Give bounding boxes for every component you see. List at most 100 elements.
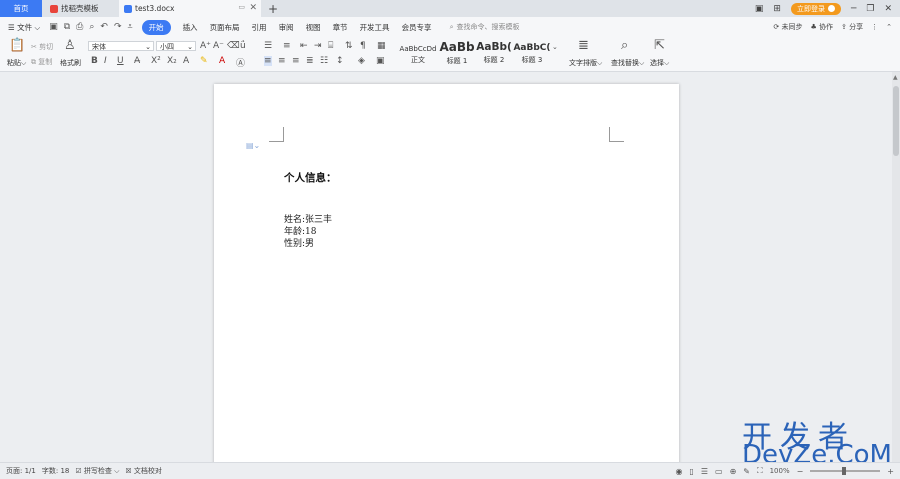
format-painter-icon[interactable]: ♙: [64, 38, 76, 53]
superscript-icon[interactable]: X²: [151, 56, 161, 66]
paragraph-handle-icon[interactable]: ▤⌄: [246, 141, 260, 150]
grid-icon[interactable]: ⊞: [773, 4, 781, 14]
zoom-slider[interactable]: [810, 467, 881, 475]
font-color-icon[interactable]: A: [219, 56, 225, 66]
tab-template[interactable]: 找稻壳模板: [44, 0, 118, 17]
grow-font-icon[interactable]: A⁺: [200, 41, 211, 51]
page-indicator[interactable]: 页面: 1/1: [6, 466, 36, 476]
style-heading-3[interactable]: AaBbC( 标题 3: [513, 40, 551, 66]
zoom-in-icon[interactable]: +: [887, 467, 894, 476]
show-marks-icon[interactable]: ¶: [360, 41, 366, 51]
menu-file[interactable]: ☰ 文件 ⌵: [8, 22, 40, 33]
print-icon[interactable]: ⎙: [76, 22, 83, 32]
clear-format-icon[interactable]: ⌫: [227, 41, 240, 51]
styles-more-icon[interactable]: ⌄: [552, 43, 558, 51]
style-heading-1[interactable]: AaBb 标题 1: [439, 40, 475, 66]
redo-icon[interactable]: ↷: [114, 22, 122, 32]
vertical-scrollbar[interactable]: ▲: [892, 72, 900, 462]
justify-icon[interactable]: ≣: [306, 56, 314, 66]
align-left-icon[interactable]: ≡: [264, 56, 272, 66]
align-center-icon[interactable]: ≡: [278, 56, 286, 66]
shading-icon[interactable]: ◈: [358, 56, 365, 66]
numbering-icon[interactable]: ≡: [283, 41, 291, 51]
login-button[interactable]: 立即登录: [790, 2, 841, 15]
sync-button[interactable]: ⟳ 未同步: [773, 22, 802, 32]
fit-page-icon[interactable]: ⛶: [757, 466, 763, 476]
paste-icon[interactable]: 📋: [9, 38, 25, 53]
select-button[interactable]: 选择⌵: [650, 58, 669, 68]
format-painter-button[interactable]: 格式刷: [60, 58, 81, 68]
distributed-icon[interactable]: ☷: [320, 56, 328, 66]
spell-check-button[interactable]: ☑ 拼写检查 ⌵: [75, 466, 119, 476]
command-search[interactable]: ⌕ 查找命令、搜索模板: [450, 22, 520, 32]
web-view-icon[interactable]: ⊕: [730, 467, 737, 476]
font-size-select[interactable]: 小四 ⌄: [156, 41, 196, 51]
italic-icon[interactable]: I: [104, 56, 107, 66]
minimize-icon[interactable]: ─: [851, 4, 856, 14]
strikethrough-icon[interactable]: A̶: [134, 56, 140, 66]
menu-review[interactable]: 审阅: [279, 22, 294, 33]
restore-icon[interactable]: ❐: [866, 4, 874, 14]
bullets-icon[interactable]: ☰: [264, 41, 272, 51]
chinese-layout-icon[interactable]: ⌸: [328, 41, 333, 51]
find-replace-button[interactable]: 查找替换⌵: [611, 58, 644, 68]
word-count[interactable]: 字数: 18: [42, 466, 70, 476]
more-icon[interactable]: ⋮: [871, 23, 878, 31]
menu-section[interactable]: 章节: [333, 22, 348, 33]
paste-button[interactable]: 粘贴⌵: [7, 58, 26, 68]
layout-icon[interactable]: ▣: [755, 4, 764, 14]
zoom-out-icon[interactable]: −: [797, 467, 804, 476]
scrollbar-thumb[interactable]: [893, 86, 899, 156]
save-icon[interactable]: ▣: [49, 22, 58, 32]
close-icon[interactable]: ✕: [884, 4, 892, 14]
zoom-slider-knob[interactable]: [841, 467, 846, 475]
customize-icon[interactable]: ⩡: [127, 22, 132, 32]
close-tab-icon[interactable]: ✕: [249, 3, 257, 13]
share-button[interactable]: ⇪ 分享: [841, 22, 863, 32]
outline-view-icon[interactable]: ☰: [701, 467, 708, 476]
increase-indent-icon[interactable]: ⇥: [314, 41, 322, 51]
char-border-icon[interactable]: Ⓐ: [236, 56, 245, 69]
menu-page-layout[interactable]: 页面布局: [210, 22, 240, 33]
text-effect-icon[interactable]: A: [183, 56, 189, 66]
cut-button[interactable]: ✂ 剪切: [31, 42, 53, 52]
decrease-indent-icon[interactable]: ⇤: [300, 41, 308, 51]
text-layout-icon[interactable]: ≣: [578, 38, 589, 53]
pin-icon[interactable]: ▭: [238, 3, 245, 11]
page-view-icon[interactable]: ▯: [689, 467, 693, 476]
proofread-button[interactable]: ☒ 文档校对: [125, 466, 162, 476]
phonetic-icon[interactable]: ǘ: [240, 41, 246, 51]
style-heading-2[interactable]: AaBb( 标题 2: [476, 40, 512, 66]
menu-member[interactable]: 会员专享: [402, 22, 432, 33]
document-page[interactable]: ▤⌄ 个人信息： 姓名:张三丰 年龄:18 性别:男: [214, 84, 679, 478]
copy-button[interactable]: ⧉ 复制: [31, 57, 52, 67]
sort-icon[interactable]: ⇅: [345, 41, 353, 51]
menu-view[interactable]: 视图: [306, 22, 321, 33]
menu-developer[interactable]: 开发工具: [360, 22, 390, 33]
tab-home[interactable]: 首页: [0, 0, 42, 17]
scroll-up-icon[interactable]: ▲: [893, 74, 898, 81]
undo-icon[interactable]: ↶: [100, 22, 108, 32]
find-icon[interactable]: ⌕: [621, 38, 628, 53]
menu-start[interactable]: 开始: [141, 19, 171, 35]
eye-protection-icon[interactable]: ◉: [675, 467, 682, 476]
bold-icon[interactable]: B: [91, 56, 98, 66]
underline-icon[interactable]: U: [117, 56, 124, 66]
zoom-level[interactable]: 100%: [770, 467, 790, 475]
shrink-font-icon[interactable]: A⁻: [213, 41, 224, 51]
new-tab-button[interactable]: +: [266, 0, 280, 17]
text-layout-button[interactable]: 文字排版⌵: [569, 58, 602, 68]
subscript-icon[interactable]: X₂: [167, 56, 177, 66]
highlight-icon[interactable]: ✎: [200, 56, 208, 66]
print-preview-icon[interactable]: ⌕: [89, 22, 94, 32]
line-spacing-icon[interactable]: ↕: [336, 56, 344, 66]
align-right-icon[interactable]: ≡: [292, 56, 300, 66]
borders-icon[interactable]: ▣: [376, 56, 385, 66]
collapse-ribbon-icon[interactable]: ⌃: [886, 23, 892, 31]
style-normal[interactable]: AaBbCcDd 正文: [397, 40, 439, 66]
tab-document[interactable]: test3.docx ▭ ✕: [119, 0, 261, 17]
menu-references[interactable]: 引用: [252, 22, 267, 33]
reading-view-icon[interactable]: ▭: [715, 467, 723, 476]
pen-icon[interactable]: ✎: [743, 467, 750, 476]
font-name-select[interactable]: 宋体 ⌄: [88, 41, 154, 51]
